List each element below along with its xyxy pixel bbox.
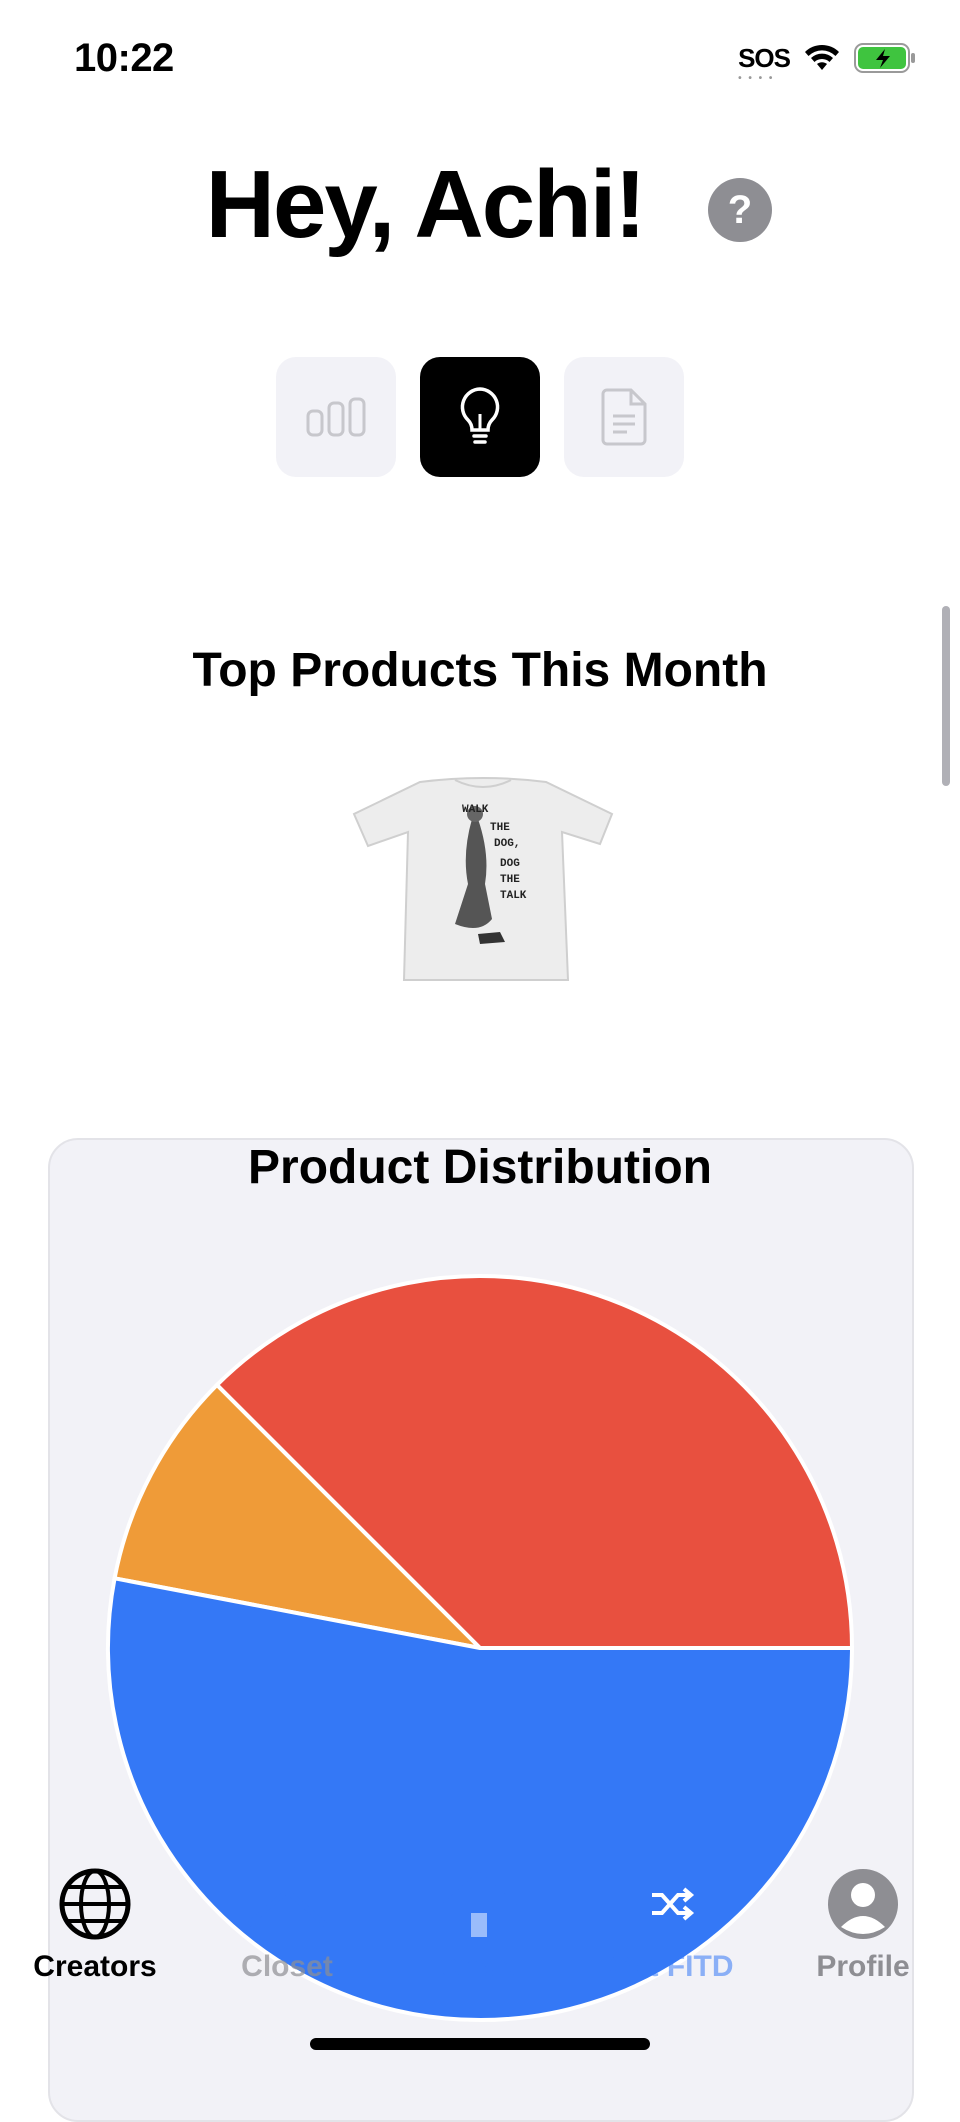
status-time: 10:22: [74, 36, 174, 80]
shuffle-icon: [634, 1862, 708, 1946]
tabbar-item-get-fitd[interactable]: Get FITD: [576, 1862, 766, 1984]
tab-reports[interactable]: [564, 357, 684, 477]
tabbar-label: Profile: [816, 1950, 910, 1983]
battery-icon: [854, 43, 915, 73]
svg-text:THE: THE: [500, 874, 520, 886]
document-icon: [601, 388, 647, 446]
top-products-title: Top Products This Month: [192, 644, 768, 697]
tab-analytics[interactable]: [276, 357, 396, 477]
tabbar-label: Closet: [241, 1950, 333, 1983]
house-icon: [437, 1862, 521, 1946]
hanger-icon: [242, 1862, 332, 1946]
home-indicator: [310, 2038, 650, 2050]
bar-chart-icon: [306, 397, 366, 437]
svg-text:TALK: TALK: [500, 890, 527, 902]
svg-text:DOG,: DOG,: [494, 838, 520, 850]
tabbar-item-shop[interactable]: Shop: [384, 1862, 574, 1984]
svg-text:THE: THE: [490, 822, 510, 834]
sos-indicator: SOS • • • •: [738, 42, 791, 84]
tshirt-image: WALK THE DOG, DOG THE TALK: [352, 777, 614, 981]
help-button[interactable]: ?: [708, 178, 772, 242]
tabbar-item-closet[interactable]: Closet: [192, 1862, 382, 1984]
tabbar-label: Shop: [441, 1950, 517, 1983]
tabbar-label: Get FITD: [608, 1950, 734, 1983]
wifi-icon: [805, 44, 839, 70]
tabbar-item-profile[interactable]: Profile: [768, 1862, 958, 1984]
chart-title: Product Distribution: [248, 1141, 712, 1194]
tab-insights[interactable]: [420, 357, 540, 477]
person-icon: [826, 1862, 900, 1946]
svg-text:DOG: DOG: [500, 858, 520, 870]
product-tshirt-image[interactable]: WALK THE DOG, DOG THE TALK: [350, 774, 616, 986]
status-indicators: SOS • • • •: [738, 40, 916, 84]
help-icon: ?: [727, 187, 753, 232]
globe-icon: [58, 1862, 132, 1946]
tabbar-label: Creators: [33, 1950, 157, 1983]
lightbulb-icon: [460, 387, 500, 444]
svg-text:WALK: WALK: [462, 804, 489, 816]
tabbar-item-creators[interactable]: Creators: [0, 1862, 190, 1984]
